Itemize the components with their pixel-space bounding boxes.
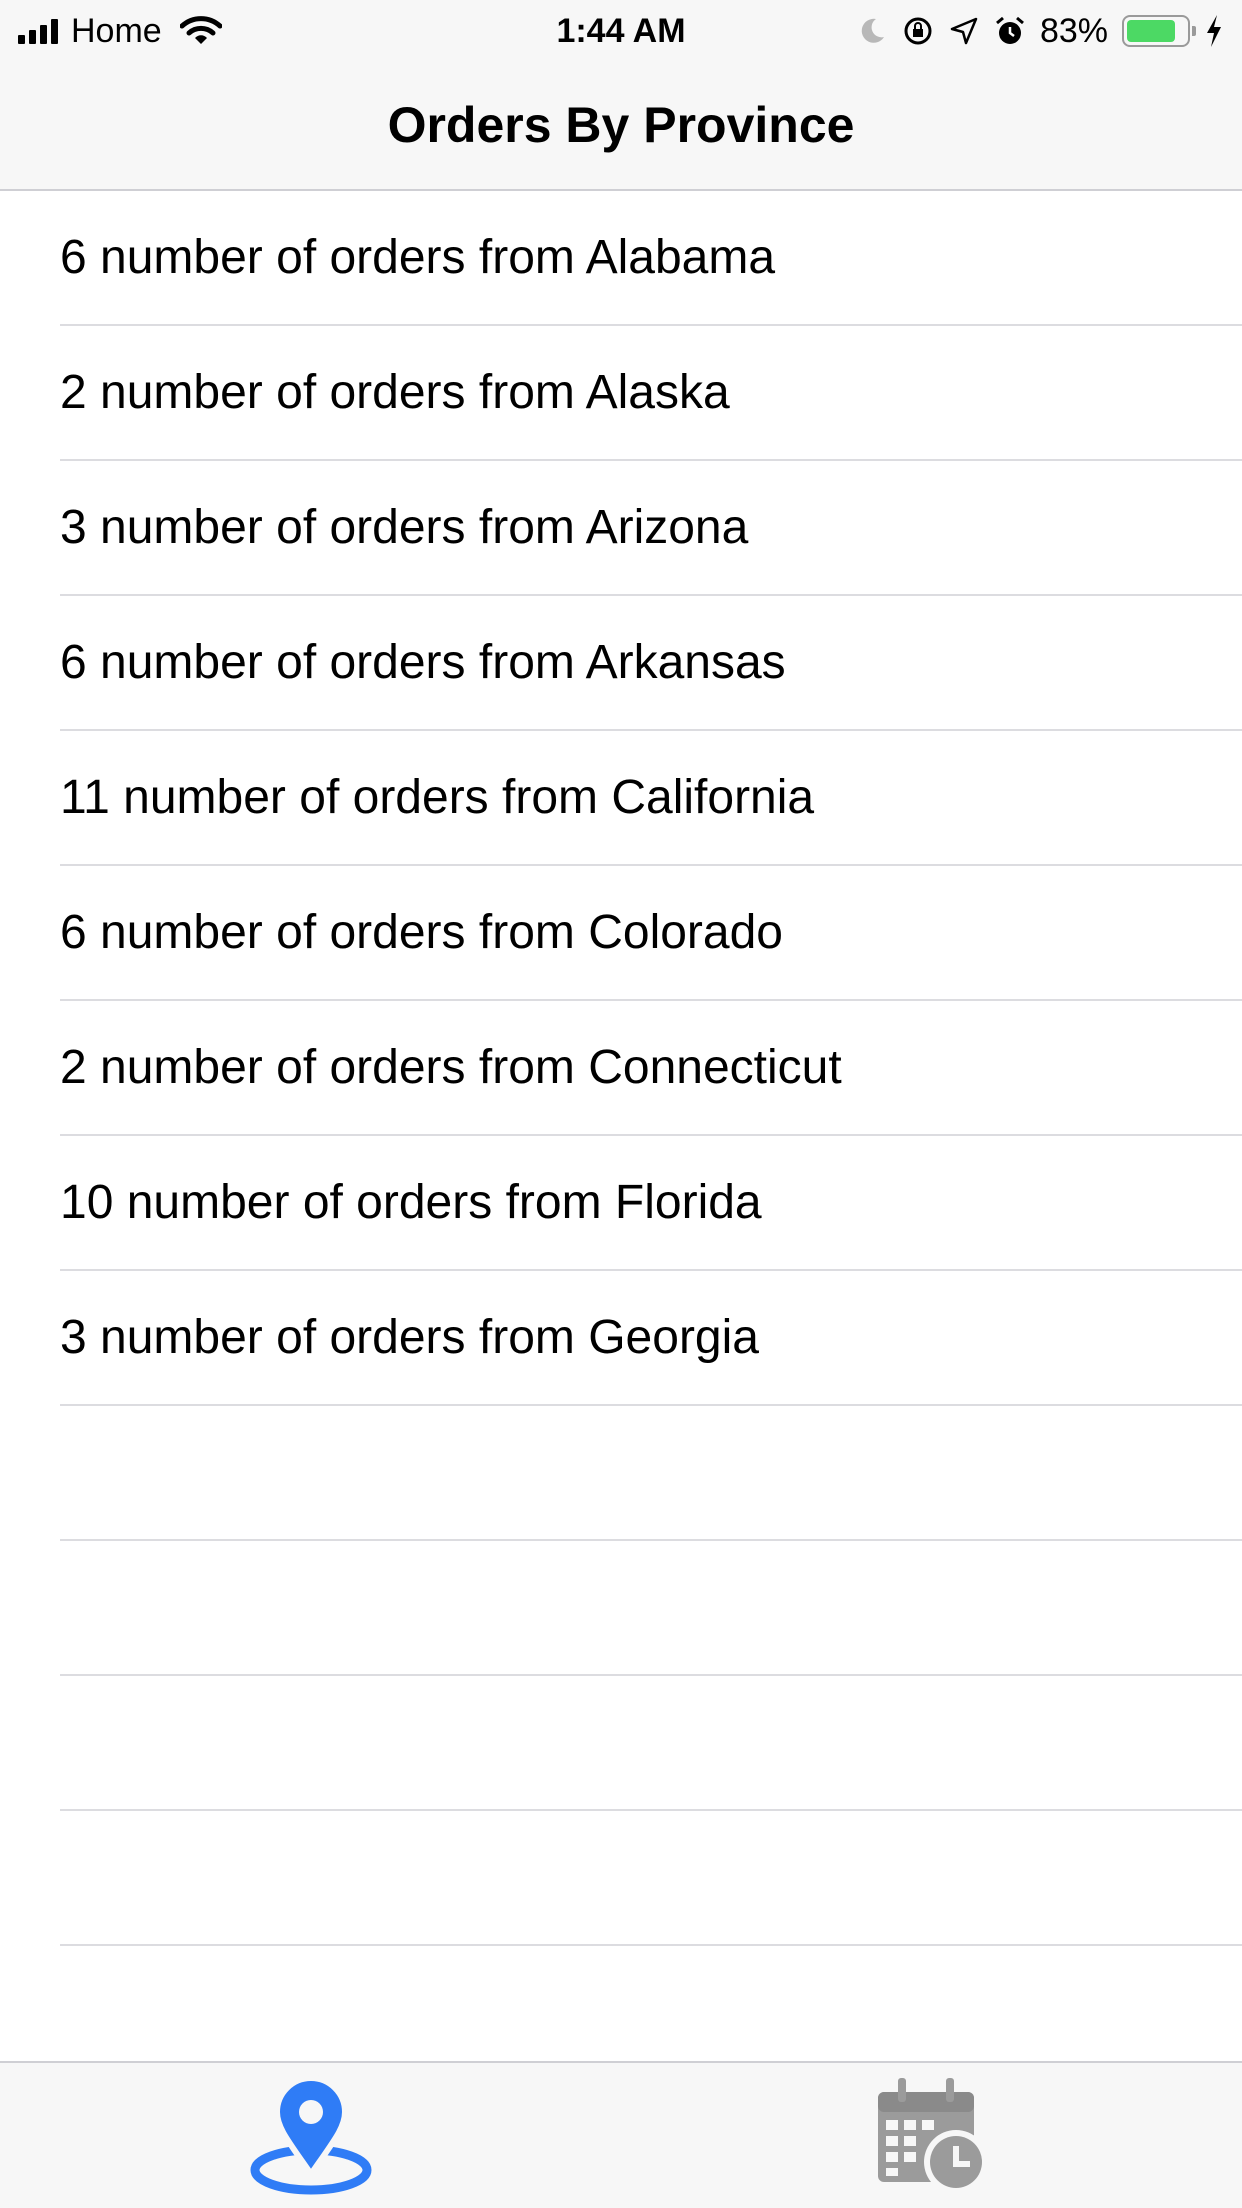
status-right: 83% (856, 8, 1224, 54)
tab-bar (0, 2061, 1242, 2208)
empty-list-row (60, 1406, 1242, 1541)
orders-list[interactable]: 6 number of orders from Alabama 2 number … (0, 191, 1242, 2061)
tab-orders-by-province[interactable] (0, 2063, 621, 2208)
list-item[interactable]: 2 number of orders from Connecticut (60, 1001, 1242, 1136)
tab-schedule[interactable] (621, 2063, 1242, 2208)
list-item-label: 11 number of orders from California (60, 771, 815, 824)
status-bar: Home 1:44 AM 83% (0, 0, 1242, 62)
list-item-label: 3 number of orders from Arizona (60, 501, 749, 554)
battery-level-fill (1127, 20, 1175, 42)
list-item[interactable]: 6 number of orders from Alabama (60, 191, 1242, 326)
list-item[interactable]: 3 number of orders from Georgia (60, 1271, 1242, 1406)
battery-percent: 83% (1039, 11, 1108, 50)
charging-bolt-icon (1207, 15, 1221, 47)
list-item[interactable]: 6 number of orders from Colorado (60, 866, 1242, 1001)
list-item-label: 6 number of orders from Arkansas (60, 636, 786, 689)
list-item[interactable]: 2 number of orders from Alaska (60, 326, 1242, 461)
location-arrow-icon (950, 17, 978, 45)
page-title: Orders By Province (387, 97, 855, 153)
empty-list-row (60, 1676, 1242, 1811)
calendar-clock-icon (877, 2077, 988, 2194)
list-item-label: 3 number of orders from Georgia (60, 1311, 759, 1364)
moon-icon (861, 18, 884, 43)
list-item-label: 10 number of orders from Florida (60, 1176, 762, 1229)
list-item[interactable]: 3 number of orders from Arizona (60, 461, 1242, 596)
alarm-icon (995, 16, 1024, 44)
list-item[interactable]: 10 number of orders from Florida (60, 1136, 1242, 1271)
empty-list-row (60, 1541, 1242, 1676)
list-item-label: 6 number of orders from Colorado (60, 906, 783, 959)
list-item-label: 2 number of orders from Alaska (60, 366, 730, 419)
battery-icon (1122, 15, 1196, 47)
rotation-lock-icon (904, 17, 932, 45)
list-item[interactable]: 6 number of orders from Arkansas (60, 596, 1242, 731)
list-item[interactable]: 11 number of orders from California (60, 731, 1242, 866)
list-item-label: 6 number of orders from Alabama (60, 231, 776, 284)
empty-list-row (60, 1811, 1242, 1946)
map-pin-icon (250, 2074, 371, 2194)
navigation-bar: Orders By Province (0, 62, 1242, 191)
list-item-label: 2 number of orders from Connecticut (60, 1041, 842, 1094)
